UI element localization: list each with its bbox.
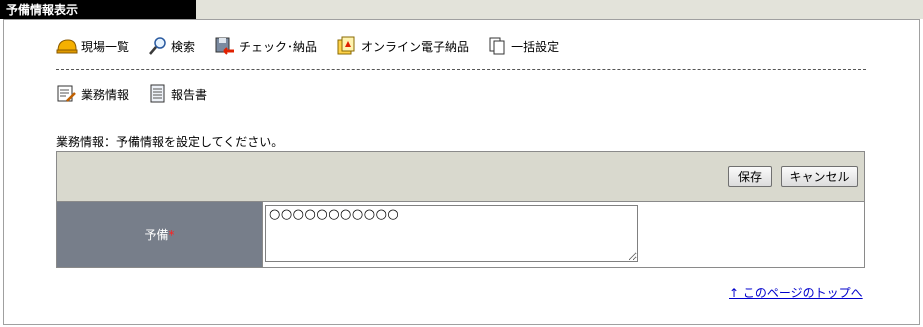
toolbar-report[interactable]: 報告書 <box>148 84 207 104</box>
main-toolbar: 現場一覧 検索 チェック･納品 オンライン電子納品 一括設定 <box>56 36 578 56</box>
documents-icon <box>489 37 505 55</box>
magnifier-icon <box>149 37 166 55</box>
toolbar-label: 一括設定 <box>511 39 560 54</box>
toolbar-label: 検索 <box>171 39 196 54</box>
toolbar-label: 現場一覧 <box>81 39 130 54</box>
online-delivery-icon <box>337 36 355 55</box>
floppy-check-icon <box>215 37 235 55</box>
reserve-textarea[interactable]: ○○○○○○○○○○○ <box>265 205 638 262</box>
title-strip <box>196 0 923 19</box>
field-label-cell: 予備* <box>57 202 262 267</box>
sub-toolbar: 業務情報 報告書 <box>56 84 226 104</box>
task-edit-icon <box>57 85 76 102</box>
save-button[interactable]: 保存 <box>728 166 772 187</box>
toolbar-label: 業務情報 <box>81 87 130 102</box>
toolbar-online-delivery[interactable]: オンライン電子納品 <box>336 36 469 56</box>
toolbar-label: オンライン電子納品 <box>361 39 470 54</box>
window-title: 予備情報表示 <box>0 0 196 19</box>
form-row-reserve: 予備* ○○○○○○○○○○○ <box>57 202 864 267</box>
toolbar-search[interactable]: 検索 <box>148 36 195 56</box>
reserve-info-form: 保存 キャンセル 予備* ○○○○○○○○○○○ <box>56 151 865 268</box>
toolbar-bulk-settings[interactable]: 一括設定 <box>488 36 559 56</box>
toolbar-business-info[interactable]: 業務情報 <box>56 84 129 104</box>
field-value-cell: ○○○○○○○○○○○ <box>262 202 864 267</box>
instruction-message: 業務情報：予備情報を設定してください。 <box>56 135 284 149</box>
field-label: 予備 <box>144 228 169 242</box>
form-header-band: 保存 キャンセル <box>57 152 864 202</box>
required-mark: * <box>168 228 175 242</box>
cancel-button[interactable]: キャンセル <box>781 166 858 187</box>
toolbar-label: チェック･納品 <box>239 39 318 54</box>
page-top-link[interactable]: ↑ このページのトップへ <box>729 284 863 301</box>
helmet-icon <box>56 39 78 54</box>
report-icon <box>150 84 165 103</box>
toolbar-site-list[interactable]: 現場一覧 <box>56 36 129 56</box>
toolbar-check-delivery[interactable]: チェック･納品 <box>214 36 317 56</box>
toolbar-divider <box>56 69 866 70</box>
toolbar-label: 報告書 <box>171 87 208 102</box>
main-frame: 現場一覧 検索 チェック･納品 オンライン電子納品 一括設定 業務情報 報告書 … <box>3 19 920 325</box>
